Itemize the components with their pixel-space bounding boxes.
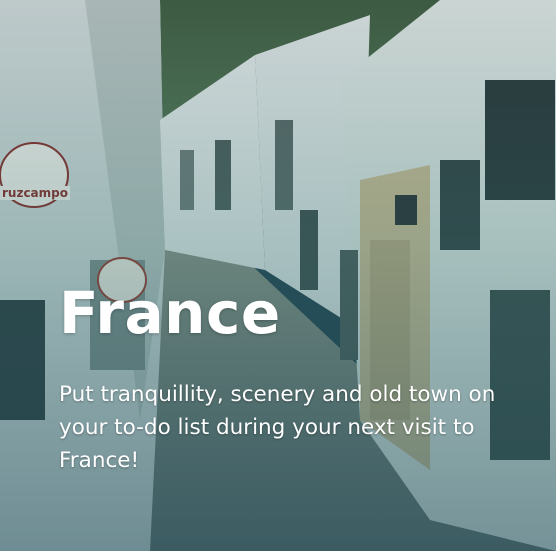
card-description: Put tranquillity, scenery and old town o… xyxy=(59,382,496,473)
card-title: France xyxy=(59,279,281,347)
destination-card[interactable]: ruzcampo France Put tranquillity, scener… xyxy=(0,0,556,551)
